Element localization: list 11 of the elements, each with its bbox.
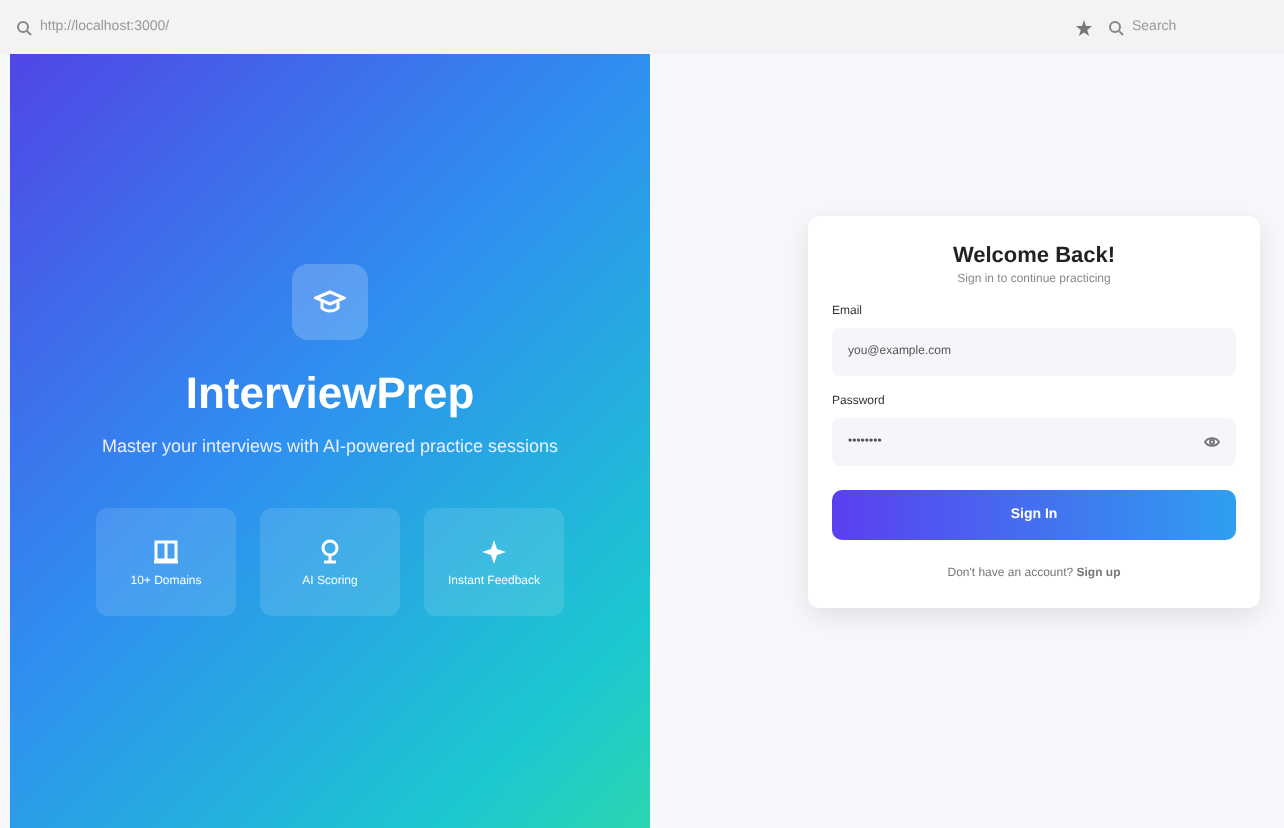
sparkle-icon (480, 537, 508, 566)
search-icon (16, 19, 32, 35)
tagline: Master your interviews with AI-powered practice sessions (100, 434, 560, 460)
graduation-cap-icon (314, 288, 346, 316)
search-icon (1108, 19, 1124, 35)
login-title: Welcome Back! (952, 243, 1116, 267)
award-icon (316, 537, 344, 566)
eye-icon[interactable] (1204, 435, 1220, 447)
app-title: InterviewPrep (185, 368, 475, 420)
star-icon[interactable] (1076, 19, 1092, 35)
book-icon (152, 537, 180, 566)
